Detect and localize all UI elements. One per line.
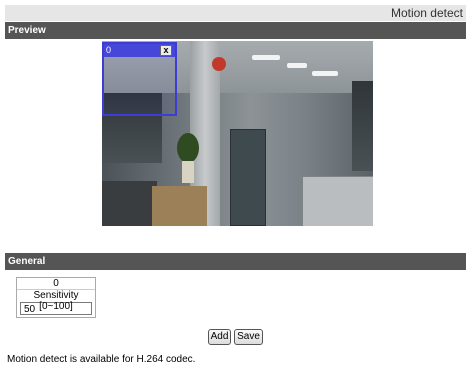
general-section-label: General [8,256,46,267]
ceiling-light [312,71,338,76]
page-title: Motion detect [390,6,463,20]
scene-window-right [352,81,373,171]
scene-partition [302,176,373,226]
codec-note: Motion detect is available for H.264 cod… [7,354,196,365]
scene-pot [182,161,194,183]
sensitivity-label: Sensitivity [0~100] [17,289,95,312]
motion-window-header[interactable]: 0 x [104,44,175,57]
ceiling-light [252,55,280,60]
window-id-cell: 0 [53,278,59,289]
preview-section-label: Preview [8,25,46,36]
preview-section-header: Preview [5,22,466,39]
scene-sign [212,57,226,71]
scene-plant [177,133,199,163]
title-bar: Motion detect [5,5,466,21]
motion-detection-window[interactable]: 0 x [102,42,177,116]
close-icon[interactable]: x [160,45,172,56]
motion-window-settings-table: 0 Sensitivity [0~100] 50 [16,277,96,318]
ceiling-light [287,63,307,68]
add-button[interactable]: Add [208,329,231,345]
scene-door [230,129,266,226]
general-section-header: General [5,253,466,270]
scene-desk [152,186,207,226]
motion-window-id: 0 [106,45,112,55]
save-button[interactable]: Save [234,329,263,345]
scene-desk-left [102,181,157,226]
